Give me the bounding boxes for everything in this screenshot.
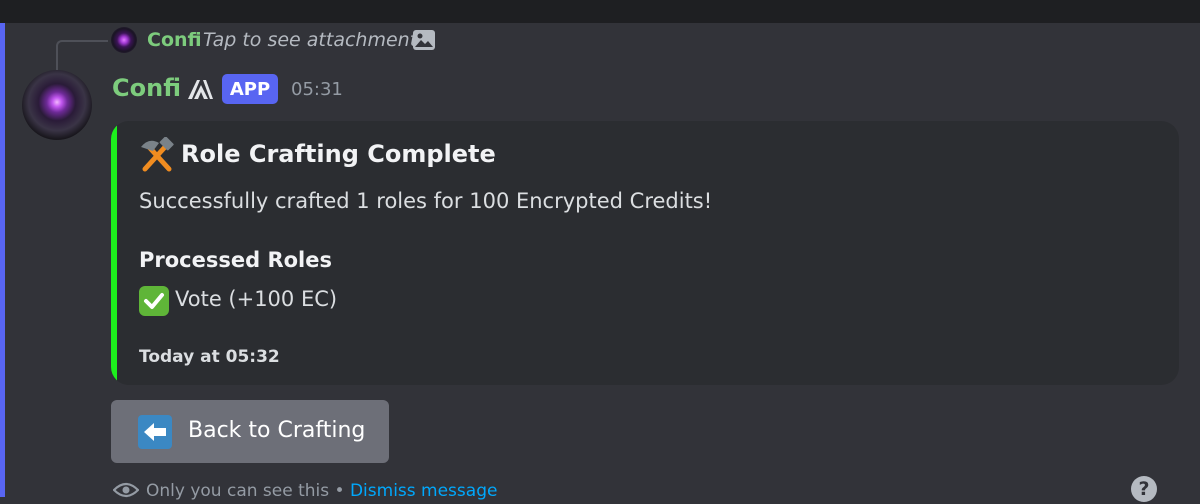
ephemeral-notice: Only you can see this • Dismiss message (146, 481, 497, 501)
embed-field-value: Vote (+100 EC) (175, 287, 338, 311)
back-to-crafting-button[interactable]: Back to Crafting (111, 400, 389, 463)
hammer-and-pick-icon (139, 136, 175, 173)
avatar[interactable] (22, 70, 92, 140)
top-bar (0, 0, 1200, 23)
embed-footer-timestamp: Today at 05:32 (139, 347, 280, 367)
embed-description: Successfully crafted 1 roles for 100 Enc… (139, 189, 713, 213)
message-highlight-bar (0, 23, 5, 497)
embed-accent-bar (111, 121, 117, 385)
left-arrow-icon (138, 415, 172, 449)
help-icon[interactable]: ? (1131, 476, 1157, 502)
back-button-label: Back to Crafting (188, 418, 366, 443)
app-badge: APP (222, 74, 278, 104)
reply-author[interactable]: Confi (147, 29, 202, 51)
image-icon (412, 29, 436, 51)
separator: • (329, 481, 350, 501)
message-timestamp[interactable]: 05:31 (291, 79, 343, 100)
dismiss-message-link[interactable]: Dismiss message (350, 481, 497, 501)
embed-field-name: Processed Roles (139, 248, 332, 272)
ephemeral-note: Only you can see this (146, 481, 330, 501)
check-mark-button-icon (139, 286, 169, 316)
reply-avatar[interactable] (111, 27, 137, 53)
reply-connector (56, 40, 108, 72)
role-icon (186, 77, 214, 101)
embed-title: Role Crafting Complete (181, 140, 496, 168)
reply-preview-text[interactable]: Tap to see attachment (203, 29, 417, 51)
eye-icon (112, 480, 140, 500)
author-name[interactable]: Confi (112, 74, 181, 102)
embed-card: Role Crafting Complete Successfully craf… (111, 121, 1179, 385)
